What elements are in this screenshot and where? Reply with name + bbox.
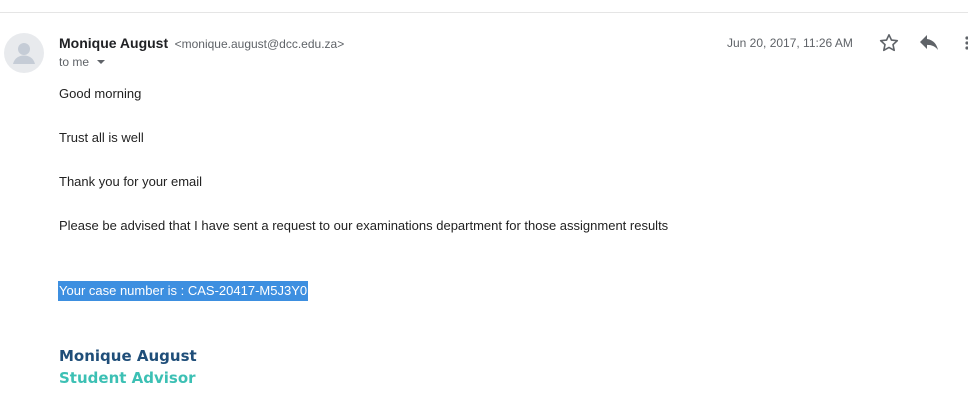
signature-title: Student Advisor bbox=[59, 369, 196, 387]
star-button[interactable] bbox=[877, 31, 901, 55]
header-divider bbox=[0, 12, 968, 13]
signature-name: Monique August bbox=[59, 347, 197, 365]
sender-name[interactable]: Monique August bbox=[59, 35, 168, 51]
person-icon bbox=[13, 43, 35, 64]
case-number-selected[interactable]: Your case number is : CAS-20417-M5J3Y0 bbox=[58, 281, 309, 301]
body-paragraph: Thank you for your email bbox=[59, 174, 203, 189]
message-date: Jun 20, 2017, 11:26 AM bbox=[727, 36, 853, 50]
body-paragraph: Trust all is well bbox=[59, 130, 144, 145]
reply-icon bbox=[920, 35, 938, 50]
sender-avatar[interactable] bbox=[4, 33, 44, 73]
body-greeting: Good morning bbox=[59, 86, 142, 101]
star-icon bbox=[879, 34, 899, 52]
email-message: Monique August <monique.august@dcc.edu.z… bbox=[0, 0, 968, 417]
sender-line: Monique August <monique.august@dcc.edu.z… bbox=[59, 35, 344, 53]
chevron-down-icon bbox=[97, 60, 106, 64]
body-paragraph: Please be advised that I have sent a req… bbox=[59, 218, 669, 233]
recipient-details-toggle[interactable]: to me bbox=[59, 55, 106, 69]
more-vert-icon bbox=[965, 36, 968, 50]
sender-email: <monique.august@dcc.edu.za> bbox=[174, 37, 345, 51]
recipient-label: to me bbox=[59, 55, 90, 69]
reply-button[interactable] bbox=[917, 31, 941, 55]
more-options-button[interactable] bbox=[960, 31, 968, 55]
